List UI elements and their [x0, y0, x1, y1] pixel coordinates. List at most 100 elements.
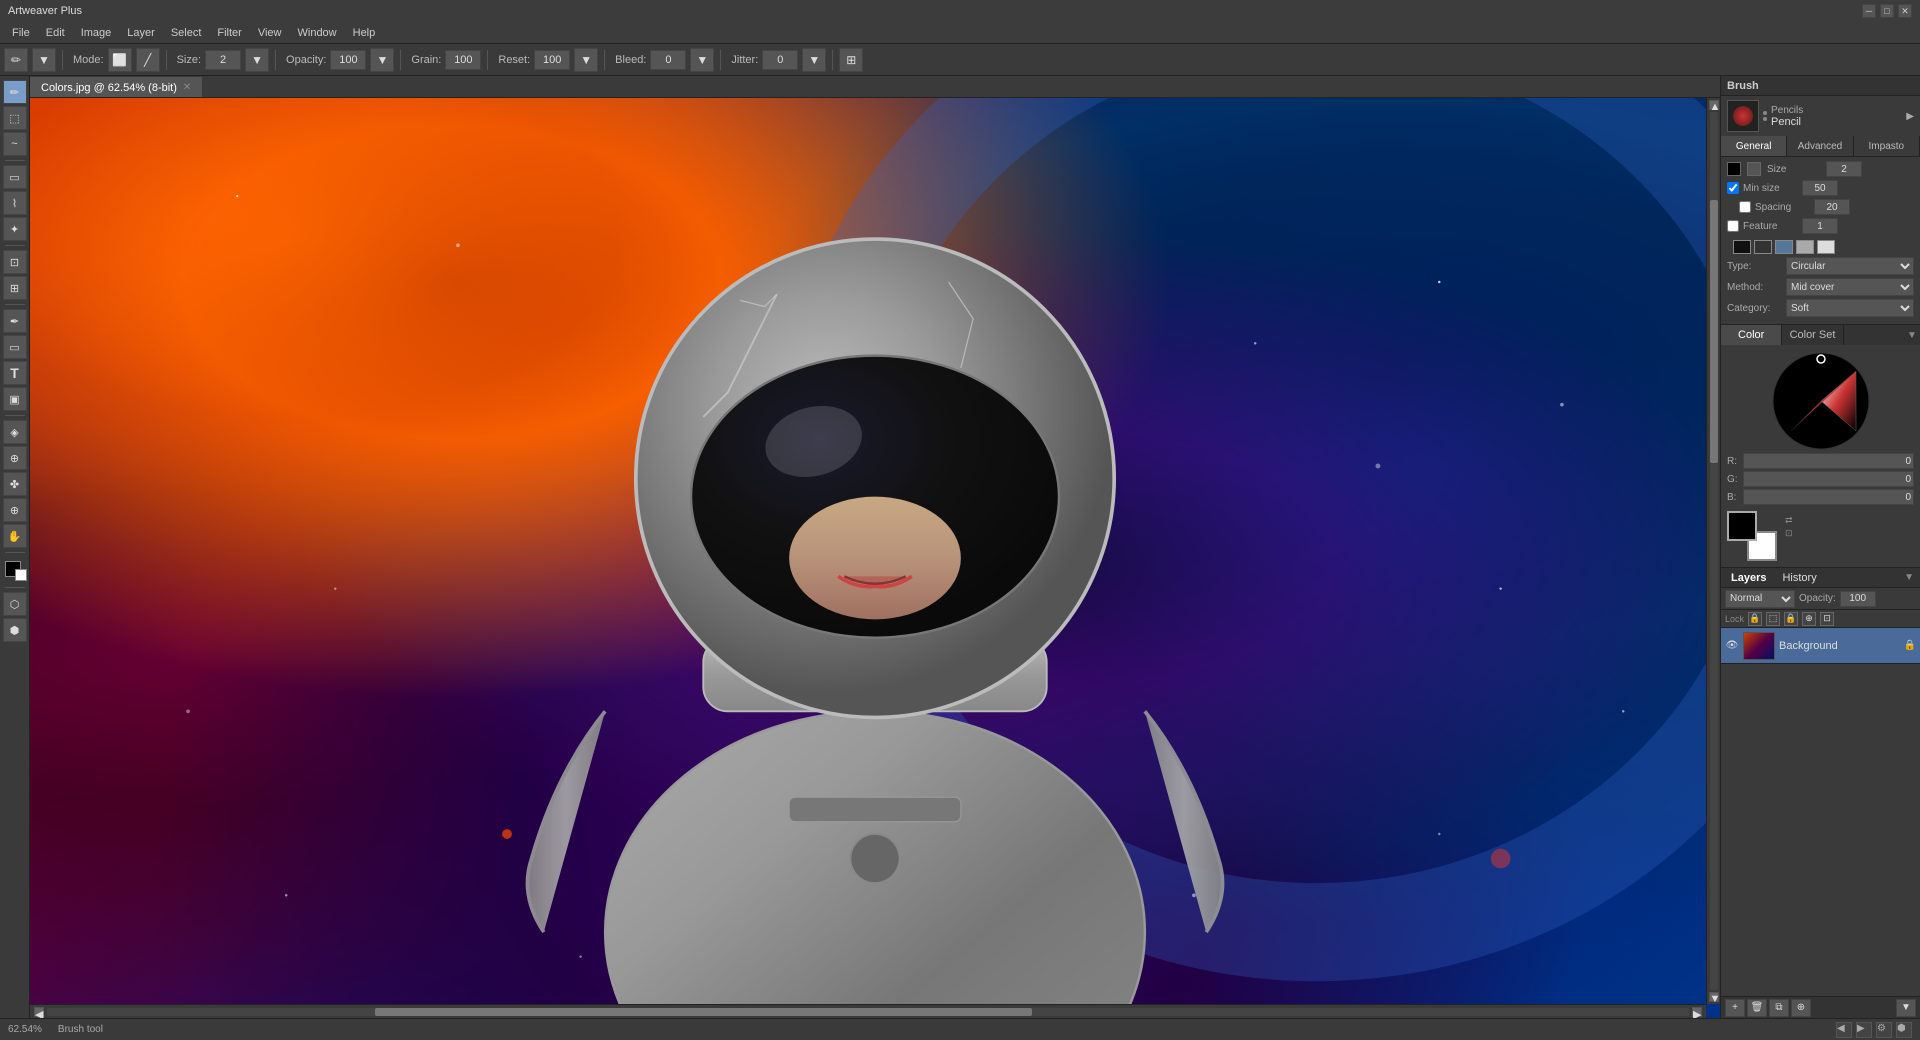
canvas-painting[interactable]: [30, 98, 1720, 1018]
tool-extra2[interactable]: ⬢: [3, 618, 27, 642]
menu-view[interactable]: View: [250, 25, 290, 41]
feature-check[interactable]: [1727, 220, 1739, 232]
hscroll-left-btn[interactable]: ◀: [34, 1007, 44, 1017]
tool-text[interactable]: T: [3, 361, 27, 385]
color-tab[interactable]: Color: [1721, 325, 1782, 345]
layer-item-background[interactable]: 👁 Background 🔒: [1721, 628, 1920, 664]
close-button[interactable]: ✕: [1898, 4, 1912, 18]
tool-zoom[interactable]: ⊕: [3, 498, 27, 522]
color-set-tab[interactable]: Color Set: [1782, 325, 1843, 345]
background-color[interactable]: [15, 569, 27, 581]
canvas-wrapper[interactable]: ▲ ▼: [30, 98, 1720, 1018]
canvas-tab-close[interactable]: ✕: [183, 82, 191, 93]
brush-menu-btn[interactable]: ▶: [1906, 111, 1914, 122]
g-input[interactable]: [1743, 471, 1914, 487]
horizontal-scrollbar[interactable]: ◀ ▶: [30, 1004, 1706, 1018]
opacity-dropdown[interactable]: ▼: [370, 48, 394, 72]
color-panel-menu[interactable]: ▼: [1904, 325, 1920, 345]
menu-layer[interactable]: Layer: [119, 25, 163, 41]
swatch-gray[interactable]: [1796, 240, 1814, 254]
b-input[interactable]: [1743, 489, 1914, 505]
layer-menu-btn[interactable]: ▼: [1896, 999, 1916, 1017]
layer-visibility-eye[interactable]: 👁: [1725, 639, 1739, 653]
hscroll-right-btn[interactable]: ▶: [1692, 1007, 1702, 1017]
menu-file[interactable]: File: [4, 25, 38, 41]
brush-size-field[interactable]: [1826, 161, 1862, 177]
lock-extra-btn[interactable]: ⊕: [1802, 612, 1816, 626]
merge-layer-btn[interactable]: ⊕: [1791, 999, 1811, 1017]
add-layer-btn[interactable]: +: [1725, 999, 1745, 1017]
lock-all-btn[interactable]: 🔒: [1784, 612, 1798, 626]
statusbar-btn1[interactable]: ◀: [1836, 1022, 1852, 1038]
history-tab[interactable]: History: [1778, 572, 1820, 584]
category-select[interactable]: Soft: [1786, 299, 1914, 317]
vertical-scrollbar[interactable]: ▲ ▼: [1706, 98, 1720, 1004]
swap-colors-btn[interactable]: ⇄: [1785, 515, 1793, 526]
tool-crop[interactable]: ⊡: [3, 250, 27, 274]
brush-tab-advanced[interactable]: Advanced: [1787, 136, 1853, 156]
brush-preview-swatch[interactable]: [1727, 100, 1759, 132]
tool-fill[interactable]: ◈: [3, 420, 27, 444]
tool-eraser[interactable]: ⬚: [3, 106, 27, 130]
swatch-black[interactable]: [1733, 240, 1751, 254]
type-select[interactable]: Circular: [1786, 257, 1914, 275]
lock-fill-btn[interactable]: ⊡: [1820, 612, 1834, 626]
brush-tab-impasto[interactable]: Impasto: [1854, 136, 1920, 156]
tool-clone[interactable]: ⊕: [3, 446, 27, 470]
size-dropdown[interactable]: ▼: [245, 48, 269, 72]
brush-min-size-field[interactable]: [1802, 180, 1838, 196]
fg-bg-color-indicator[interactable]: [3, 559, 27, 583]
reset-dropdown[interactable]: ▼: [574, 48, 598, 72]
minimize-button[interactable]: ─: [1862, 4, 1876, 18]
statusbar-resize[interactable]: ⬢: [1896, 1022, 1912, 1038]
opacity-input[interactable]: [330, 50, 366, 70]
menu-filter[interactable]: Filter: [209, 25, 249, 41]
layers-tab[interactable]: Layers: [1727, 572, 1770, 584]
duplicate-layer-btn[interactable]: ⧉: [1769, 999, 1789, 1017]
reset-colors-btn[interactable]: ⊡: [1785, 528, 1793, 539]
bleed-input[interactable]: [650, 50, 686, 70]
reset-input[interactable]: [534, 50, 570, 70]
size-input[interactable]: [205, 50, 241, 70]
menu-help[interactable]: Help: [345, 25, 384, 41]
mode-btn2[interactable]: ╱: [136, 48, 160, 72]
menu-image[interactable]: Image: [73, 25, 120, 41]
extra-option-btn[interactable]: ⊞: [839, 48, 863, 72]
vscroll-down-btn[interactable]: ▼: [1709, 992, 1719, 1002]
statusbar-settings[interactable]: ⚙: [1876, 1022, 1892, 1038]
tool-option-btn[interactable]: ▼: [32, 48, 56, 72]
swatch-blue[interactable]: [1775, 240, 1793, 254]
menu-select[interactable]: Select: [163, 25, 210, 41]
vscroll-up-btn[interactable]: ▲: [1709, 100, 1719, 110]
brush-tab-general[interactable]: General: [1721, 136, 1787, 156]
hscroll-thumb[interactable]: [375, 1008, 1032, 1016]
blend-mode-select[interactable]: Normal: [1725, 590, 1795, 608]
tool-pen[interactable]: ✒: [3, 309, 27, 333]
min-size-check[interactable]: [1727, 182, 1739, 194]
menu-edit[interactable]: Edit: [38, 25, 73, 41]
mode-btn1[interactable]: ⬜: [108, 48, 132, 72]
delete-layer-btn[interactable]: 🗑: [1747, 999, 1767, 1017]
lock-position-btn[interactable]: ⬚: [1766, 612, 1780, 626]
spacing-check[interactable]: [1739, 201, 1751, 213]
jitter-input[interactable]: [762, 50, 798, 70]
menu-window[interactable]: Window: [290, 25, 345, 41]
tool-transform[interactable]: ⊞: [3, 276, 27, 300]
canvas-tab[interactable]: Colors.jpg @ 62.54% (8-bit) ✕: [30, 77, 202, 97]
swatch-light[interactable]: [1817, 240, 1835, 254]
tool-brush[interactable]: ✏: [3, 80, 27, 104]
restore-button[interactable]: □: [1880, 4, 1894, 18]
tool-magic-wand[interactable]: ✦: [3, 217, 27, 241]
lock-transparency-btn[interactable]: 🔒: [1748, 612, 1762, 626]
fg-color-swatch[interactable]: [1727, 511, 1757, 541]
tool-gradient[interactable]: ▣: [3, 387, 27, 411]
tool-shape[interactable]: ▭: [3, 335, 27, 359]
layers-opacity-input[interactable]: [1840, 591, 1876, 607]
brush-feature-field[interactable]: [1802, 218, 1838, 234]
tool-smudge[interactable]: ~: [3, 132, 27, 156]
brush-spacing-field[interactable]: [1814, 199, 1850, 215]
vscroll-thumb[interactable]: [1710, 200, 1718, 463]
jitter-dropdown[interactable]: ▼: [802, 48, 826, 72]
layers-panel-menu[interactable]: ▼: [1904, 572, 1914, 583]
method-select[interactable]: Mid cover: [1786, 278, 1914, 296]
